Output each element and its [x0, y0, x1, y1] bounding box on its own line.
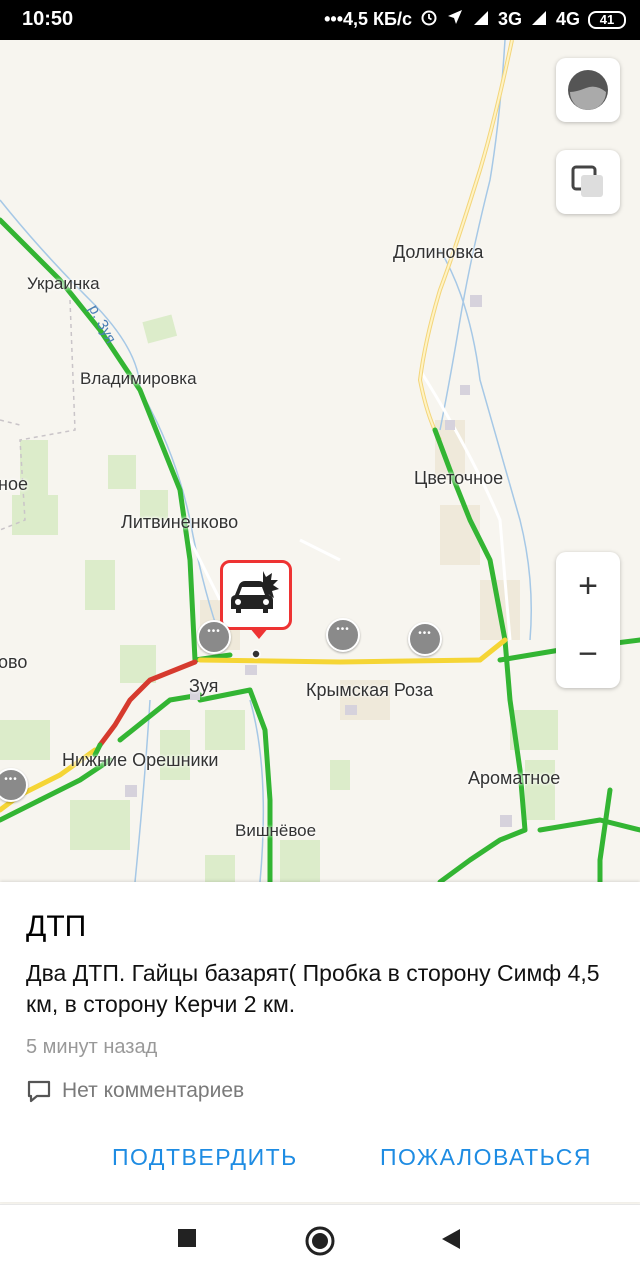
- signal-icon-1: [472, 9, 490, 30]
- incident-time: 5 минут назад: [26, 1036, 158, 1058]
- alarm-icon: [420, 8, 438, 31]
- place-vishnyovoe: Вишнёвое: [235, 821, 317, 840]
- incident-marker[interactable]: [220, 560, 292, 639]
- place-partial-left-1: ное: [0, 474, 28, 494]
- place-partial-left-2: ово: [0, 652, 28, 672]
- map-style-button[interactable]: [556, 58, 620, 122]
- map-view[interactable]: Долиновка Украинка р. Зуя Владимировка н…: [0, 40, 640, 882]
- comment-icon: [27, 1080, 51, 1103]
- zoom-controls: + −: [556, 552, 620, 688]
- confirm-button[interactable]: ПОДТВЕРДИТЬ: [112, 1144, 298, 1171]
- signal-label-1: 3G: [497, 9, 522, 29]
- status-icons: •••4,5 КБ/с 3G 4G 41: [324, 8, 626, 31]
- map-style-icon: [568, 70, 608, 110]
- report-button[interactable]: ПОЖАЛОВАТЬСЯ: [380, 1144, 592, 1171]
- zoom-in-button[interactable]: +: [556, 552, 620, 620]
- status-bar: 10:50 •••4,5 КБ/с 3G 4G 41: [0, 0, 640, 40]
- comments-link[interactable]: Нет комментариев: [26, 1078, 244, 1104]
- navigation-bar: [0, 1204, 640, 1281]
- recents-button[interactable]: [176, 1227, 198, 1249]
- incident-title: ДТП: [26, 910, 87, 943]
- battery-icon: 41: [588, 10, 626, 29]
- place-ukrainka: Украинка: [27, 274, 100, 293]
- comment-marker[interactable]: [326, 618, 360, 652]
- place-zuya: Зуя: [189, 676, 219, 696]
- signal-label-2: 4G: [555, 9, 580, 29]
- zoom-out-button[interactable]: −: [556, 620, 620, 688]
- incident-location-dot: [251, 649, 261, 659]
- place-litvinenkovo: Литвиненково: [121, 512, 239, 532]
- back-button[interactable]: [440, 1227, 462, 1251]
- location-icon: [446, 8, 464, 31]
- network-speed: •••4,5 КБ/с: [324, 9, 412, 29]
- place-aromatnoe: Ароматное: [468, 768, 561, 788]
- place-dolinovka: Долиновка: [393, 242, 484, 262]
- place-vladimirovka: Владимировка: [80, 369, 197, 388]
- place-tsvetochnoe: Цветочное: [414, 468, 504, 488]
- comment-marker[interactable]: [197, 620, 231, 654]
- place-krymskaya-roza: Крымская Роза: [306, 680, 434, 700]
- incident-description: Два ДТП. Гайцы базарят( Пробка в сторону…: [26, 960, 600, 1017]
- home-button[interactable]: [304, 1225, 336, 1257]
- incident-details-sheet: ДТП Два ДТП. Гайцы базарят( Пробка в сто…: [0, 882, 640, 1202]
- comment-marker[interactable]: [408, 622, 442, 656]
- layers-button[interactable]: [556, 150, 620, 214]
- road-north-inner: [418, 40, 513, 441]
- place-nizhnie-oreshniki: Нижние Орешники: [62, 750, 219, 770]
- comments-label: Нет комментариев: [62, 1079, 245, 1102]
- layers-icon: [571, 165, 603, 197]
- battery-level: 41: [599, 11, 615, 27]
- status-time: 10:50: [22, 8, 74, 30]
- car-crash-icon: [231, 571, 279, 613]
- signal-icon-2: [530, 9, 548, 30]
